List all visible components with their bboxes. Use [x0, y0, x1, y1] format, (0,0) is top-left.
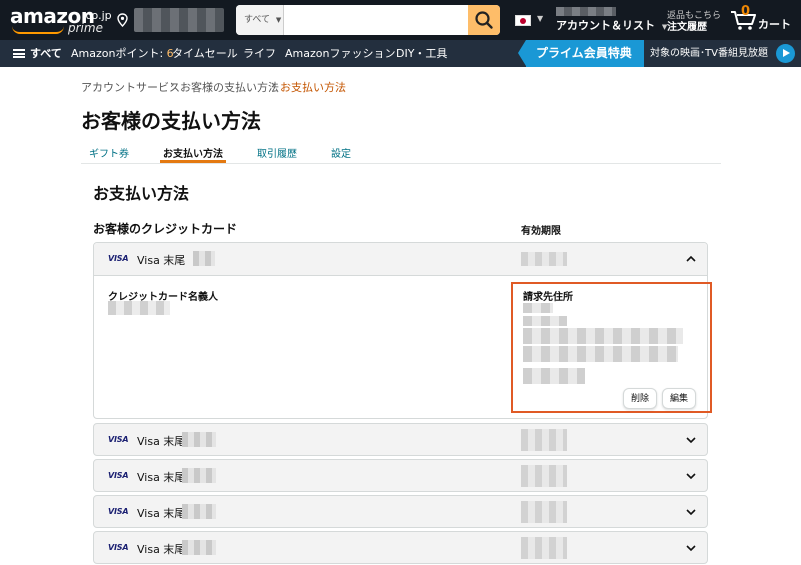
edit-button[interactable]: 編集 [662, 388, 696, 409]
card-expiry-redacted [521, 465, 567, 487]
prime-benefits-label: プライム会員特典 [536, 46, 632, 60]
nav-item-time-sale[interactable]: タイムセール [172, 40, 238, 67]
card-row[interactable]: VISA Visa 末尾 [93, 531, 708, 564]
card-row[interactable]: VISA Visa 末尾 [93, 459, 708, 492]
cardholder-name-redacted [108, 301, 170, 315]
card-label: Visa 末尾 [137, 435, 186, 448]
chevron-up-icon[interactable] [685, 253, 697, 265]
nav-item-diy[interactable]: DIY・工具 [396, 40, 447, 67]
billing-address-redacted [523, 303, 553, 313]
section-title: お支払い方法 [93, 184, 190, 203]
japan-flag-icon[interactable] [515, 15, 531, 26]
card-digits-redacted [193, 251, 215, 266]
tab-payment-methods[interactable]: お支払い方法 [163, 145, 223, 160]
delete-button[interactable]: 削除 [623, 388, 657, 409]
nav-all-menu[interactable]: すべて [30, 40, 62, 67]
play-icon[interactable] [776, 44, 795, 63]
chevron-down-icon[interactable] [685, 434, 697, 446]
card-digits-redacted [182, 432, 216, 447]
visa-logo-icon: VISA [108, 254, 129, 263]
logo-prime: prime [68, 21, 103, 35]
billing-address-highlight: 請求先住所 削除 編集 [511, 282, 712, 413]
prime-video-link[interactable]: 対象の映画･TV番組見放題 [650, 40, 768, 67]
billing-address-redacted [523, 328, 683, 344]
account-lists-label: アカウント＆リスト [556, 19, 655, 32]
billing-address-redacted [523, 316, 567, 326]
account-lists-menu[interactable]: アカウント＆リスト ▼ [556, 17, 667, 33]
card-expiry-redacted [521, 252, 567, 266]
delivery-address-redacted[interactable] [134, 8, 224, 32]
breadcrumb-current: お支払い方法 [280, 81, 346, 94]
cart-label[interactable]: カート [758, 16, 791, 32]
search-button[interactable] [468, 5, 500, 35]
card-label: Visa 末尾 [137, 254, 186, 267]
cards-column-header: お客様のクレジットカード [93, 222, 238, 236]
visa-logo-icon: VISA [108, 543, 129, 552]
nav-amazon-points[interactable]: Amazonポイント: 6 [71, 40, 174, 67]
breadcrumb-separator: › [271, 78, 276, 91]
card-expiry-redacted [521, 501, 567, 523]
hamburger-menu-icon[interactable] [13, 49, 25, 58]
tab-gift-card[interactable]: ギフト券 [89, 145, 129, 160]
nav-item-fashion[interactable]: Amazonファッション [285, 40, 395, 67]
card-expiry-redacted [521, 429, 567, 451]
billing-address-redacted [523, 346, 678, 362]
visa-logo-icon: VISA [108, 471, 129, 480]
billing-address-label: 請求先住所 [523, 292, 573, 303]
page-title: お客様の支払い方法 [81, 109, 261, 133]
breadcrumb-account-services[interactable]: アカウントサービス [81, 79, 180, 95]
card-digits-redacted [182, 504, 216, 519]
card-digits-redacted [182, 468, 216, 483]
prime-benefits-banner[interactable]: プライム会員特典 [518, 40, 644, 67]
main-nav-bar: すべて Amazonポイント: 6 タイムセール ライフ Amazonファッショ… [0, 40, 801, 67]
points-label: Amazonポイント: [71, 47, 167, 60]
search-icon [475, 11, 493, 29]
visa-logo-icon: VISA [108, 435, 129, 444]
chevron-down-icon[interactable] [685, 470, 697, 482]
nav-item-life[interactable]: ライフ [243, 40, 276, 67]
card-digits-redacted [182, 540, 216, 555]
orders-link[interactable]: 注文履歴 [667, 18, 707, 33]
search-category-select[interactable]: すべて ▼ [236, 5, 284, 35]
billing-address-redacted [523, 368, 585, 384]
amazon-logo[interactable]: amazon .co.jp prime [10, 4, 120, 36]
card-expiry-redacted [521, 537, 567, 559]
cart-count: 0 [741, 4, 751, 19]
card-label: Visa 末尾 [137, 543, 186, 556]
tab-transactions[interactable]: 取引履歴 [257, 145, 297, 160]
search-input[interactable] [284, 5, 468, 35]
tab-settings[interactable]: 設定 [331, 145, 351, 160]
tabs-divider [81, 163, 721, 164]
chevron-down-icon[interactable] [685, 506, 697, 518]
breadcrumb-separator: › [170, 78, 175, 91]
expiry-column-header: 有効期限 [521, 226, 561, 237]
logo-smile-icon [12, 26, 64, 34]
top-nav-bar: amazon .co.jp prime すべて ▼ ▼ アカウント＆リスト ▼ … [0, 0, 801, 40]
card-label: Visa 末尾 [137, 471, 186, 484]
breadcrumb-payment-methods[interactable]: お客様の支払い方法 [180, 79, 279, 95]
card-row-header[interactable]: VISA Visa 末尾 [94, 243, 707, 276]
account-name-redacted[interactable] [556, 7, 616, 16]
card-row[interactable]: VISA Visa 末尾 [93, 495, 708, 528]
card-label: Visa 末尾 [137, 507, 186, 520]
caret-down-icon: ▼ [275, 16, 282, 24]
caret-down-icon[interactable]: ▼ [537, 14, 543, 23]
search-bar: すべて ▼ [236, 5, 500, 35]
card-row[interactable]: VISA Visa 末尾 [93, 423, 708, 456]
chevron-down-icon[interactable] [685, 542, 697, 554]
search-category-label: すべて [244, 15, 271, 25]
visa-logo-icon: VISA [108, 507, 129, 516]
location-pin-icon[interactable] [117, 13, 128, 27]
